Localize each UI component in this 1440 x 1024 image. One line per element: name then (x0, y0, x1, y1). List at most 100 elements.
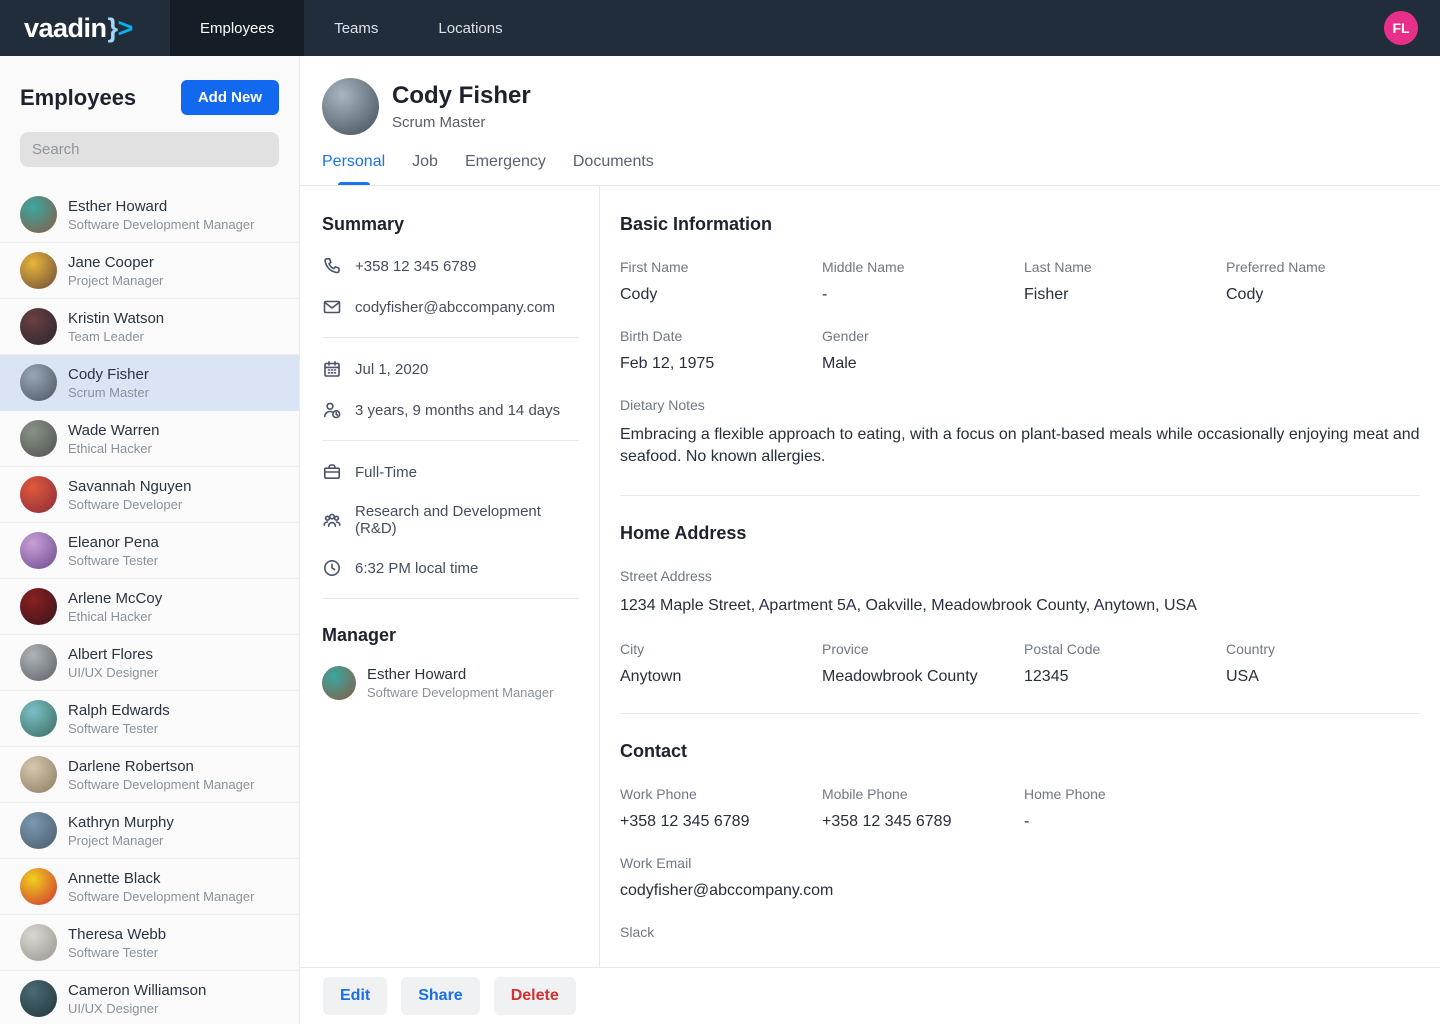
employee-list-item[interactable]: Cameron Williamson UI/UX Designer (0, 971, 299, 1024)
nav-item-teams[interactable]: Teams (304, 0, 408, 56)
field-label: Preferred Name (1226, 259, 1420, 275)
field-city: City Anytown (620, 641, 822, 686)
summary-tenure: 3 years, 9 months and 14 days (355, 402, 560, 419)
employee-role: Software Development Manager (68, 216, 254, 233)
basic-information-title: Basic Information (620, 214, 1420, 235)
field-value: USA (1226, 668, 1420, 686)
user-avatar[interactable]: FL (1384, 11, 1418, 45)
field-first-name: First Name Cody (620, 259, 822, 304)
summary-employment-type-row: Full-Time (322, 462, 579, 482)
edit-button[interactable]: Edit (323, 977, 387, 1015)
field-label: Dietary Notes (620, 397, 1420, 413)
employee-role: Software Tester (68, 552, 159, 569)
summary-phone: +358 12 345 6789 (355, 258, 476, 275)
summary-divider (322, 598, 579, 599)
employee-list-item[interactable]: Wade Warren Ethical Hacker (0, 411, 299, 467)
field-home-phone: Home Phone - (1024, 786, 1226, 831)
employee-list-item[interactable]: Savannah Nguyen Software Developer (0, 467, 299, 523)
field-value: +358 12 345 6789 (822, 813, 1024, 831)
employee-list-item[interactable]: Annette Black Software Development Manag… (0, 859, 299, 915)
employee-name: Esther Howard (68, 197, 254, 216)
delete-button[interactable]: Delete (494, 977, 576, 1015)
employee-list-item[interactable]: Albert Flores UI/UX Designer (0, 635, 299, 691)
employee-list: Esther Howard Software Development Manag… (0, 187, 299, 1024)
logo-arrow-icon: > (118, 13, 132, 44)
employee-list-item[interactable]: Kristin Watson Team Leader (0, 299, 299, 355)
field-street-address: Street Address 1234 Maple Street, Apartm… (620, 568, 1420, 617)
employee-list-item[interactable]: Ralph Edwards Software Tester (0, 691, 299, 747)
employee-role: Software Tester (68, 720, 170, 737)
employee-list-item[interactable]: Esther Howard Software Development Manag… (0, 187, 299, 243)
logo-text: vaadin (24, 13, 107, 44)
tab-job[interactable]: Job (412, 153, 438, 185)
section-divider (620, 495, 1420, 496)
summary-local-time-row: 6:32 PM local time (322, 558, 579, 578)
top-navigation-bar: vaadin}> Employees Teams Locations FL (0, 0, 1440, 56)
field-dietary-notes: Dietary Notes Embracing a flexible appro… (620, 397, 1420, 468)
share-button[interactable]: Share (401, 977, 479, 1015)
field-value: Fisher (1024, 286, 1226, 304)
tab-documents[interactable]: Documents (573, 153, 654, 185)
field-label: Work Email (620, 855, 1420, 871)
summary-department-row: Research and Development (R&D) (322, 503, 579, 537)
field-label: First Name (620, 259, 822, 275)
summary-start-date: Jul 1, 2020 (355, 361, 428, 378)
manager-title: Manager (322, 625, 579, 646)
field-value: +358 12 345 6789 (620, 813, 822, 831)
personal-details-panel: Basic Information First Name Cody Middle… (600, 186, 1440, 967)
nav-item-locations[interactable]: Locations (408, 0, 532, 56)
field-value: - (822, 286, 1024, 304)
employee-avatar (20, 700, 57, 737)
employee-avatar (20, 532, 57, 569)
employee-avatar (20, 196, 57, 233)
employee-list-item[interactable]: Eleanor Pena Software Tester (0, 523, 299, 579)
employee-list-item[interactable]: Kathryn Murphy Project Manager (0, 803, 299, 859)
employee-name: Kristin Watson (68, 309, 164, 328)
employee-avatar (20, 980, 57, 1017)
employee-role: Project Manager (68, 832, 174, 849)
field-label: City (620, 641, 822, 657)
field-label: Slack (620, 924, 1420, 940)
nav-item-employees[interactable]: Employees (170, 0, 304, 56)
employee-list-item[interactable]: Theresa Webb Software Tester (0, 915, 299, 971)
summary-divider (322, 337, 579, 338)
employee-name: Albert Flores (68, 645, 158, 664)
employee-avatar (20, 476, 57, 513)
field-value: Anytown (620, 668, 822, 686)
field-gender: Gender Male (822, 328, 1024, 373)
field-value: 1234 Maple Street, Apartment 5A, Oakvill… (620, 595, 1420, 617)
employee-role: Scrum Master (68, 384, 149, 401)
summary-title: Summary (322, 214, 579, 235)
field-label: Country (1226, 641, 1420, 657)
employee-list-item[interactable]: Arlene McCoy Ethical Hacker (0, 579, 299, 635)
summary-local-time: 6:32 PM local time (355, 560, 478, 577)
add-new-button[interactable]: Add New (181, 80, 279, 115)
employee-name: Ralph Edwards (68, 701, 170, 720)
employee-avatar (20, 644, 57, 681)
profile-tabs: Personal Job Emergency Documents (322, 153, 1440, 185)
employee-list-item[interactable]: Cody Fisher Scrum Master (0, 355, 299, 411)
employee-avatar (20, 588, 57, 625)
employee-list-item[interactable]: Jane Cooper Project Manager (0, 243, 299, 299)
summary-department: Research and Development (R&D) (355, 503, 579, 537)
employee-name: Cameron Williamson (68, 981, 206, 1000)
employee-role: UI/UX Designer (68, 1000, 206, 1017)
field-birth-date: Birth Date Feb 12, 1975 (620, 328, 822, 373)
field-label: Postal Code (1024, 641, 1226, 657)
employee-role: Ethical Hacker (68, 440, 159, 457)
manager-card[interactable]: Esther Howard Software Development Manag… (322, 666, 579, 700)
employee-name: Annette Black (68, 869, 254, 888)
employee-name: Kathryn Murphy (68, 813, 174, 832)
field-label: Middle Name (822, 259, 1024, 275)
profile-avatar (322, 78, 379, 135)
home-address-title: Home Address (620, 523, 1420, 544)
search-input[interactable] (20, 132, 279, 167)
tab-personal[interactable]: Personal (322, 153, 385, 185)
profile-role: Scrum Master (392, 114, 531, 131)
employee-list-item[interactable]: Darlene Robertson Software Development M… (0, 747, 299, 803)
employee-role: Project Manager (68, 272, 163, 289)
employee-name: Eleanor Pena (68, 533, 159, 552)
vaadin-logo: vaadin}> (0, 13, 170, 44)
field-label: Birth Date (620, 328, 822, 344)
tab-emergency[interactable]: Emergency (465, 153, 546, 185)
